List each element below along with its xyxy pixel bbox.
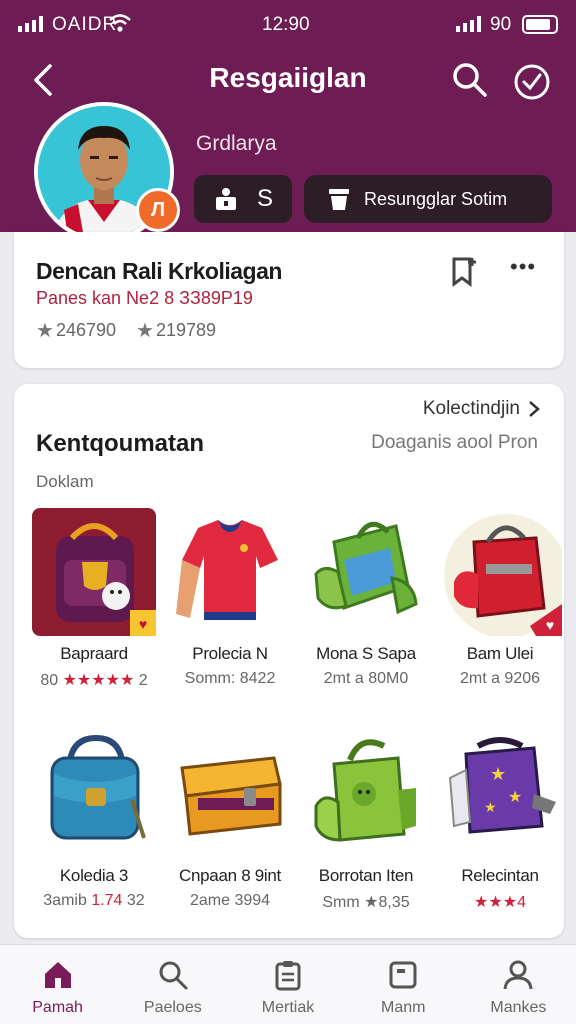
stat-value: 246790	[55, 320, 117, 340]
item-meta: 80 ★★★★★ 2	[40, 672, 148, 689]
bookmark-add-icon[interactable]	[448, 254, 480, 288]
item-name: Borrotan Iten	[318, 866, 414, 885]
item-meta: 2mt a 9206	[459, 670, 541, 687]
item-name: Relecintan	[461, 866, 539, 885]
stat-value: 219789	[155, 320, 217, 340]
clock: 12:90	[262, 14, 310, 35]
tab-label: Pamah	[32, 999, 83, 1016]
lock-s-button[interactable]: S	[194, 175, 292, 223]
tab-label: Paeloes	[143, 999, 202, 1016]
profile-subtitle: Grdlarya	[196, 132, 277, 155]
maroon-backpack-mascot-icon: ♥	[32, 508, 156, 636]
profile-card-title: Dencan Rali Krkoliagan	[36, 258, 282, 284]
tab-clipboard[interactable]: Mertiak	[230, 945, 345, 1024]
signal-icon-right	[456, 16, 481, 32]
item-meta: ★★★4	[474, 894, 526, 911]
tab-home[interactable]: Pamah	[0, 945, 115, 1024]
tab-label: Mertiak	[261, 999, 315, 1016]
view-all-label: Kolectindjin	[422, 398, 520, 419]
profile-card: Dencan Rali Krkoliagan Panes kan Ne2 8 З…	[14, 232, 564, 368]
tab-square[interactable]: Manm	[346, 945, 461, 1024]
verified-badge-icon: Л	[136, 188, 180, 232]
lock-icon	[215, 188, 236, 210]
signal-icon	[18, 16, 43, 32]
green-backpack-icon	[314, 521, 418, 615]
bottom-nav: Pamah Paeloes Mertiak Manm Mankes	[0, 944, 576, 1024]
section-label: Doklam	[36, 472, 94, 491]
red-backpack-icon: ♥	[444, 514, 562, 636]
tab-profile[interactable]: Mankes	[461, 945, 576, 1024]
battery-text: 90	[490, 14, 512, 35]
view-all-link[interactable]: Kolectindjin	[423, 398, 540, 420]
item-meta: 2mt a 80M0	[323, 670, 409, 687]
svg-text:♥: ♥	[139, 616, 147, 632]
battery-icon	[522, 15, 558, 34]
pill-label: S	[256, 185, 273, 212]
status-bar: OAIDR 12:90 90	[0, 0, 576, 48]
clipboard-icon	[275, 961, 301, 991]
square-icon	[389, 961, 417, 989]
item-name: Mona S Sapa	[316, 644, 416, 663]
tab-search[interactable]: Paeloes	[115, 945, 230, 1024]
more-options-icon[interactable]: •••	[510, 254, 536, 280]
item-meta: 2ame 3994	[189, 892, 271, 909]
item-name: Bapraard	[60, 644, 128, 663]
green-bag-icon	[314, 739, 416, 842]
search-icon	[159, 961, 188, 990]
star-icon: ★	[136, 320, 154, 342]
yellow-case-icon	[180, 756, 282, 836]
profile-stats: ★ 246790 ★ 219789	[36, 318, 216, 343]
action-button[interactable]: Resungglar Sotim	[304, 175, 552, 223]
tab-label: Mankes	[490, 999, 547, 1016]
red-jersey-icon	[176, 520, 278, 620]
teal-bag-icon	[50, 734, 146, 840]
item-meta: Smm ★8,35	[322, 894, 410, 911]
search-icon[interactable]	[450, 60, 490, 100]
profile-card-subtitle: Panes kan Ne2 8 ЗЗ89Р19	[36, 288, 253, 308]
section-subtitle: Doaganis aool Pron	[371, 432, 538, 453]
person-icon	[503, 960, 533, 990]
star-icon: ★	[36, 320, 54, 342]
svg-text:★: ★	[484, 799, 497, 815]
svg-text:♥: ♥	[546, 617, 554, 633]
item-meta: 3amib 1.74 32	[43, 892, 145, 909]
chevron-right-icon	[529, 401, 540, 417]
basket-icon	[329, 189, 349, 210]
wifi-icon	[109, 14, 131, 32]
tab-label: Manm	[380, 999, 426, 1016]
home-icon	[44, 962, 71, 988]
action-button-label: Resungglar Sotim	[364, 188, 508, 209]
timer-check-icon[interactable]	[510, 60, 554, 104]
item-meta: Somm: 8422	[184, 670, 276, 687]
item-name: Bam Ulei	[466, 644, 534, 663]
item-name: Koledia 3	[59, 866, 129, 885]
purple-jacket-icon: ★ ★ ★	[448, 737, 556, 834]
collection-card: Kolectindjin Kentqoumatan Doaganis aool …	[14, 384, 564, 938]
item-name: Cnpaan 8 9int	[179, 866, 281, 885]
svg-text:★: ★	[508, 789, 522, 806]
header: OAIDR 12:90 90 Resgaiiglan Л Grdlarya S …	[0, 0, 576, 242]
item-name: Prolecia N	[192, 644, 268, 663]
svg-text:★: ★	[490, 764, 506, 784]
section-title: Kentqoumatan	[36, 430, 204, 457]
